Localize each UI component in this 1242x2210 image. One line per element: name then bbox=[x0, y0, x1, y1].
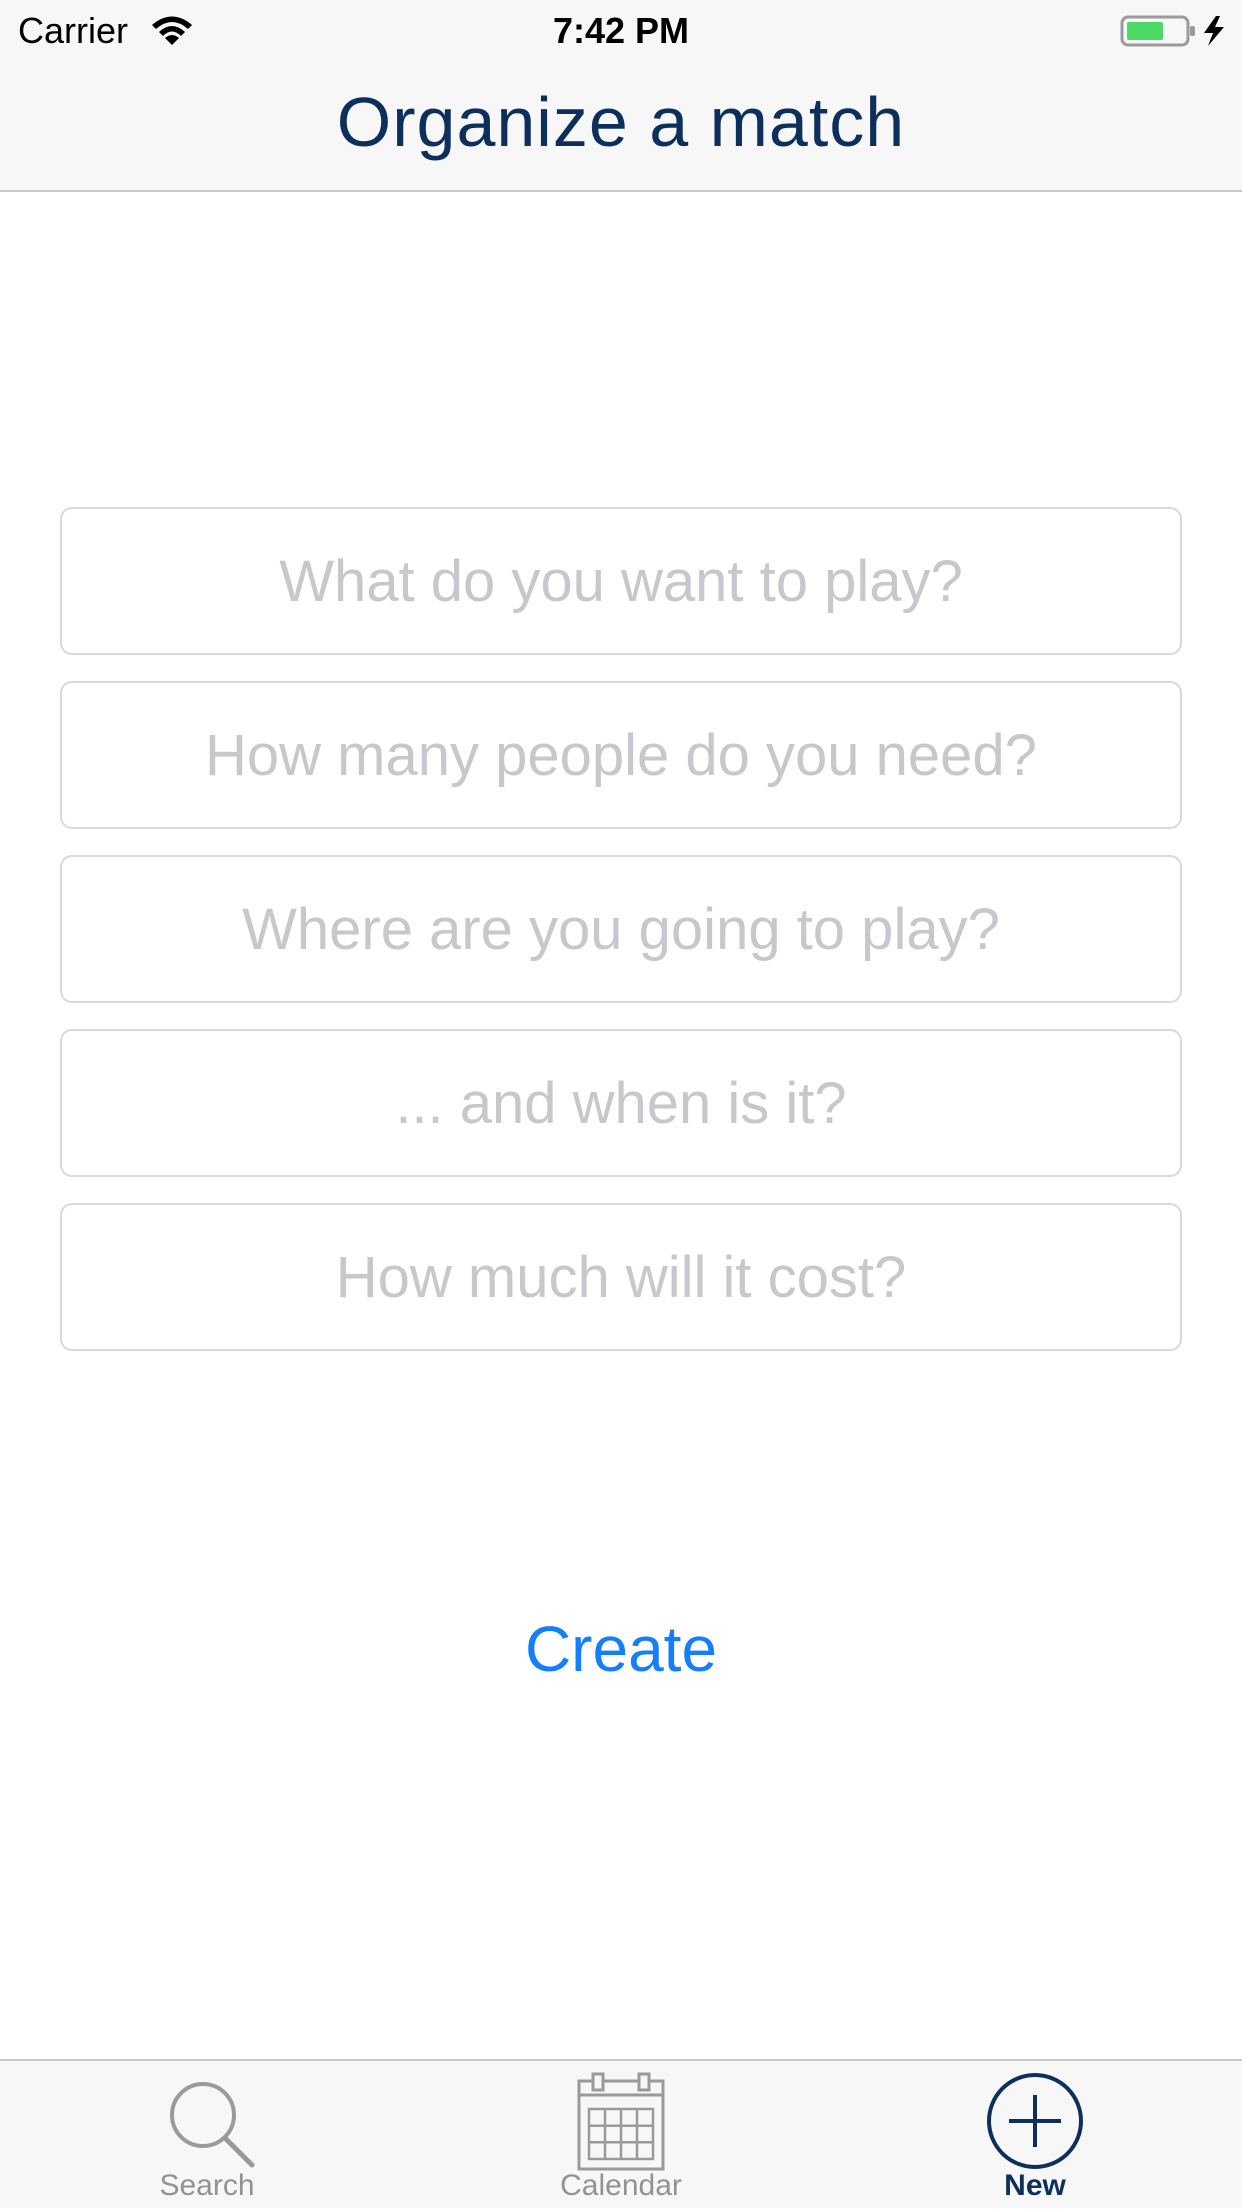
tab-search-label: Search bbox=[159, 2169, 255, 2202]
battery-charging-icon bbox=[1120, 15, 1224, 47]
tab-calendar-label: Calendar bbox=[560, 2169, 682, 2202]
status-time: 7:42 PM bbox=[552, 10, 690, 51]
tab-new[interactable]: New bbox=[828, 2061, 1242, 2210]
tab-new-label: New bbox=[1004, 2169, 1066, 2202]
plus-circle-icon bbox=[987, 2073, 1083, 2169]
page-title: Organize a match bbox=[336, 83, 906, 161]
tab-bar: Search Calendar New bbox=[0, 2059, 1242, 2208]
location-field[interactable]: Where are you going to play? bbox=[60, 855, 1182, 1003]
search-icon bbox=[170, 2082, 255, 2168]
create-button[interactable]: Create bbox=[0, 1612, 1242, 1686]
navigation-bar: Organize a match bbox=[0, 60, 1242, 192]
tab-calendar[interactable]: Calendar bbox=[414, 2061, 828, 2210]
status-bar: Carrier 7:42 PM bbox=[0, 0, 1242, 60]
sport-field[interactable]: What do you want to play? bbox=[60, 507, 1182, 655]
date-field[interactable]: ... and when is it? bbox=[60, 1029, 1182, 1177]
tab-search[interactable]: Search bbox=[0, 2061, 414, 2210]
people-count-field[interactable]: How many people do you need? bbox=[60, 681, 1182, 829]
calendar-icon bbox=[577, 2072, 665, 2171]
cost-field[interactable]: How much will it cost? bbox=[60, 1203, 1182, 1351]
